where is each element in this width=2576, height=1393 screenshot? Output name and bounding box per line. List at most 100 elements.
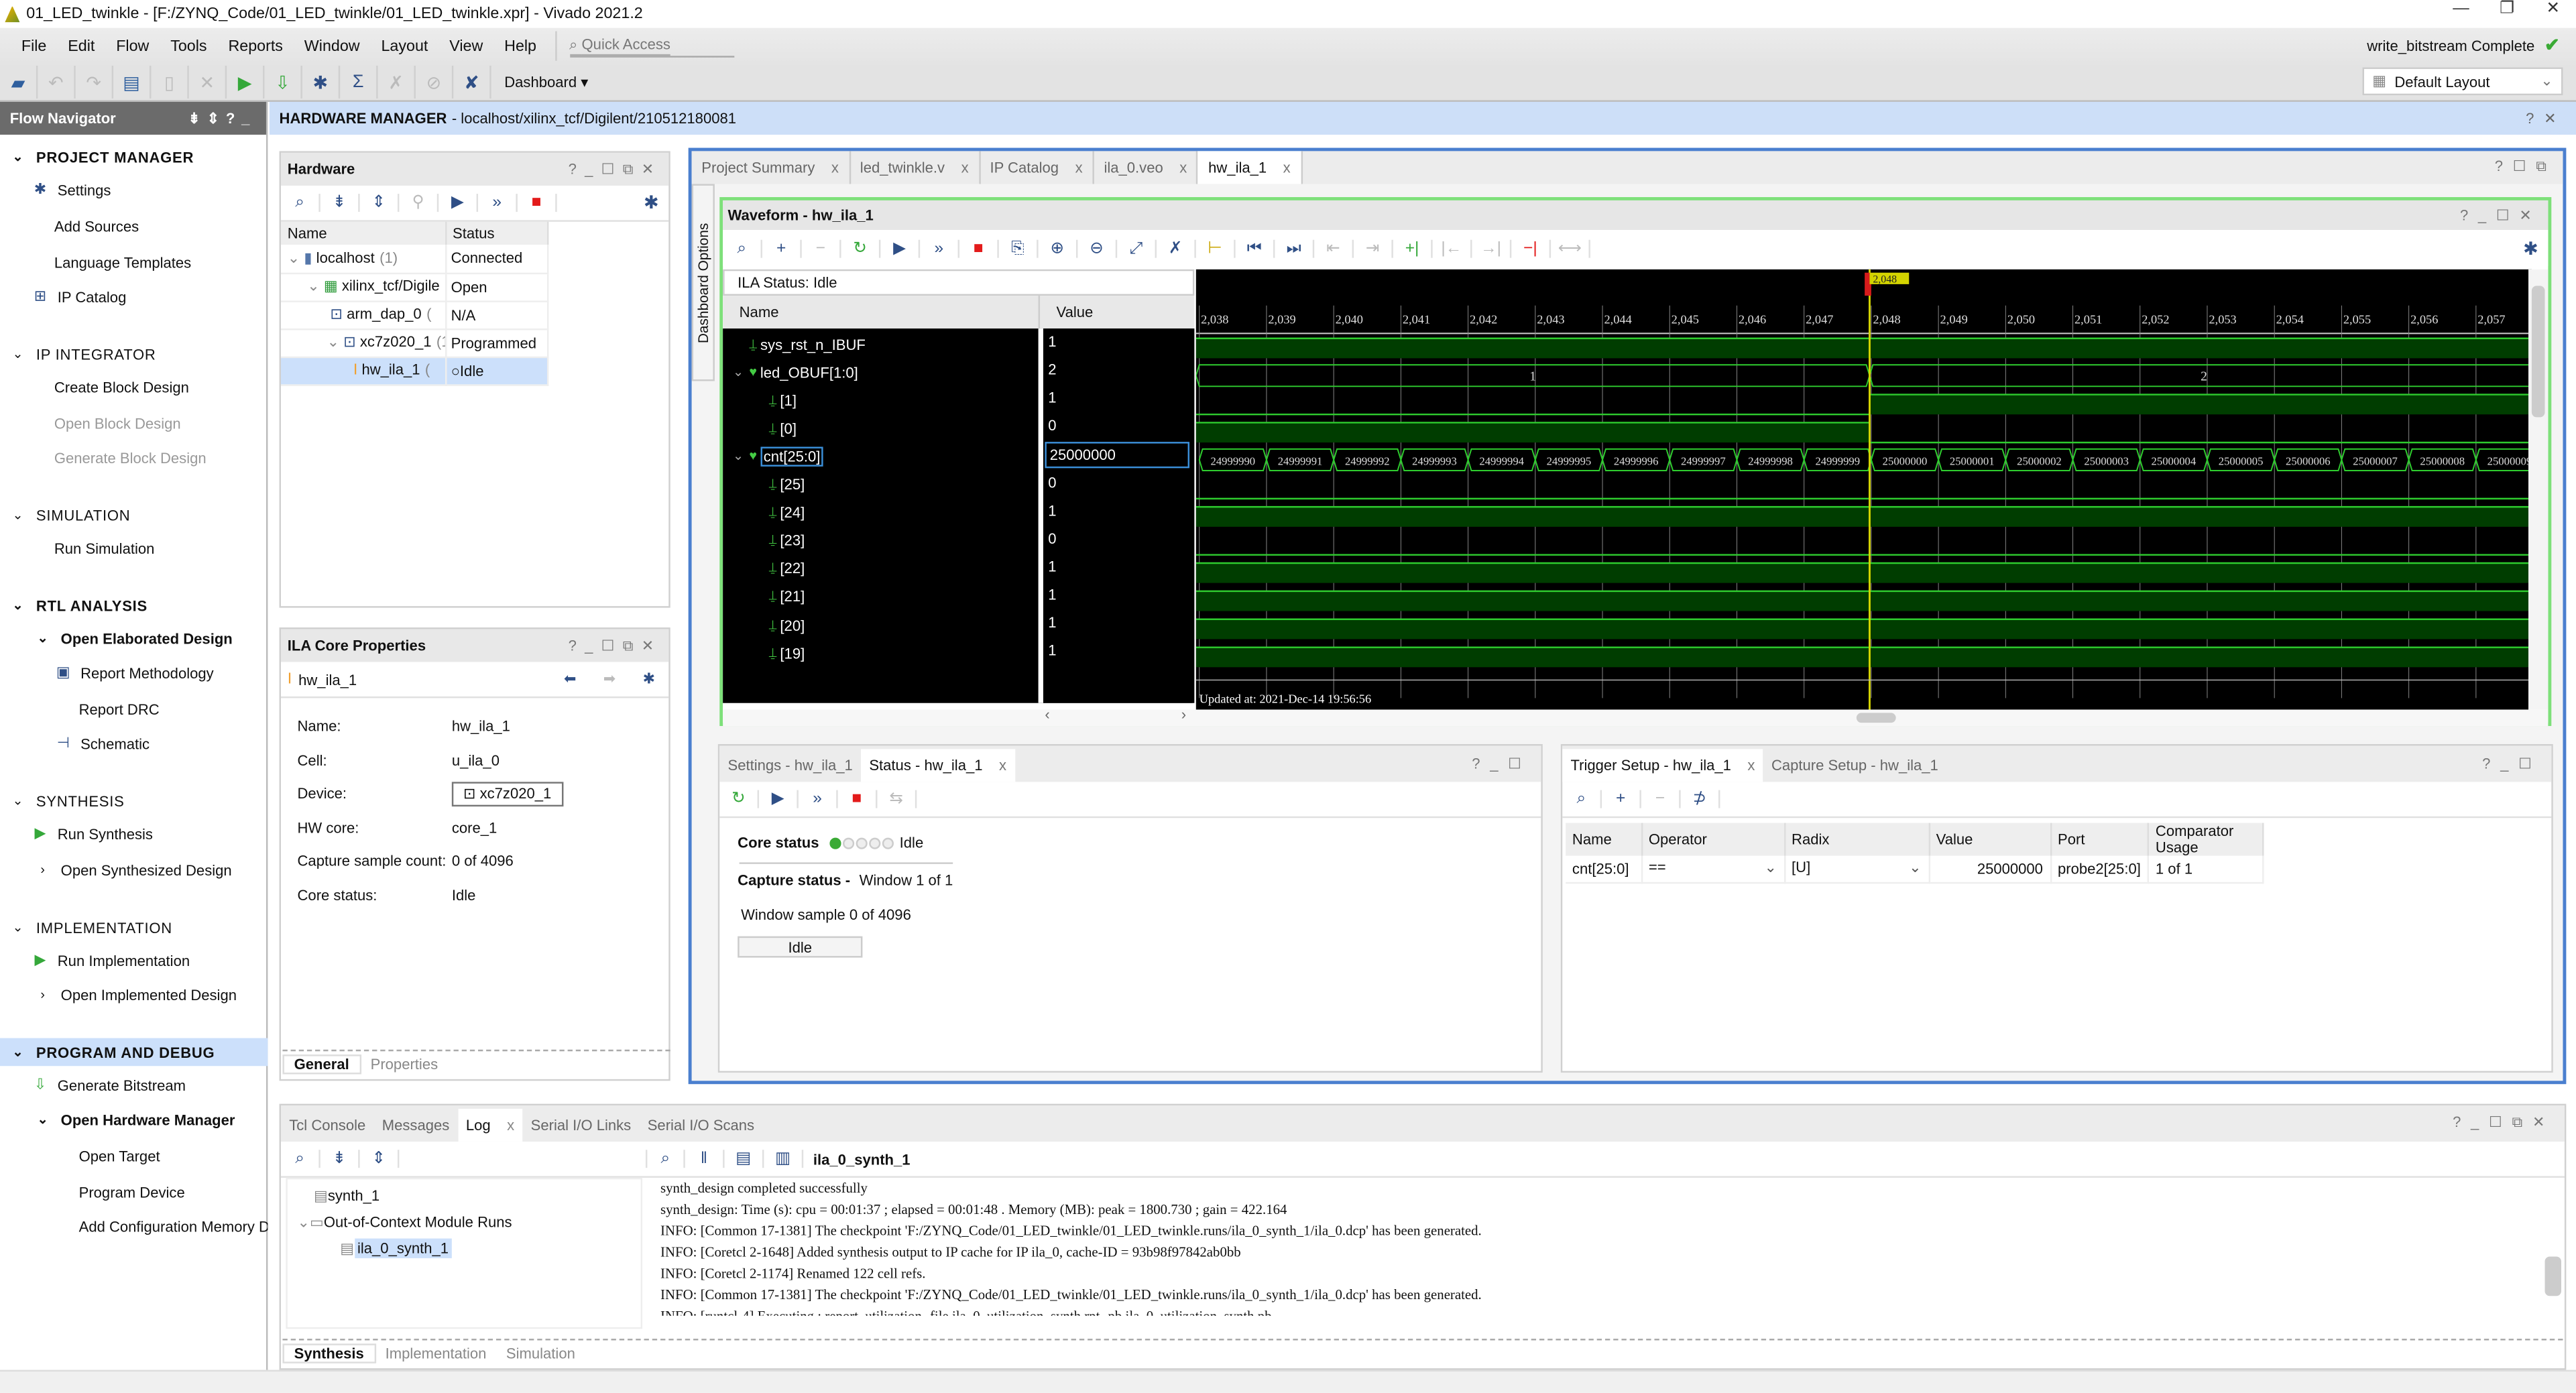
waveform-canvas[interactable]: 2,038 2,039 2,040 2,041 2,042 2,043 2,044 2,045… bbox=[1195, 269, 2532, 710]
next-transition-icon[interactable]: ⇥ bbox=[1354, 239, 1393, 257]
vertical-scrollbar[interactable] bbox=[2528, 269, 2549, 710]
chevron-down-icon[interactable]: ⌄ bbox=[298, 1213, 310, 1231]
maximize-icon[interactable]: ☐ bbox=[2518, 755, 2541, 772]
tab-serial-i-o-links[interactable]: Serial I/O Links bbox=[522, 1109, 639, 1142]
auto-rerun-icon[interactable]: ↻ bbox=[719, 790, 760, 808]
debug-icon[interactable]: ✗ bbox=[378, 66, 416, 99]
collapse-all-icon[interactable]: ⇟ bbox=[320, 194, 360, 213]
zoom-in-icon[interactable]: ⊕ bbox=[1039, 239, 1078, 257]
tab-led-twinkle-v[interactable]: led_twinkle.v x bbox=[850, 151, 980, 184]
gear-icon[interactable]: ✱ bbox=[644, 192, 659, 213]
hardware-tree-row[interactable]: ⌄ ▦ xilinx_tcf/Digile Open bbox=[281, 272, 549, 302]
menu-tools[interactable]: Tools bbox=[161, 37, 219, 55]
maximize-icon[interactable]: ☐ bbox=[2489, 1113, 2512, 1130]
search-icon[interactable]: ⌕ bbox=[281, 194, 320, 213]
delete-marker-icon[interactable]: −| bbox=[1511, 239, 1552, 257]
add-probe-icon[interactable]: + bbox=[1602, 790, 1641, 808]
quick-access[interactable]: ⌕ Quick Access bbox=[554, 31, 734, 61]
auto-rerun-icon[interactable]: ↻ bbox=[841, 239, 881, 257]
flow-item-open-synthesized-design[interactable]: › Open Synthesized Design bbox=[0, 856, 268, 884]
minimize-icon[interactable]: _ bbox=[585, 160, 601, 177]
flow-item-open-block-design[interactable]: Open Block Design bbox=[0, 409, 268, 437]
float-icon[interactable]: ⧉ bbox=[623, 160, 642, 177]
hardware-tree-row[interactable]: ⊡ arm_dap_0(N/A bbox=[281, 300, 549, 330]
tab-implementation[interactable]: Implementation bbox=[375, 1345, 496, 1361]
run-icon[interactable]: ▶ bbox=[227, 66, 265, 99]
delete-icon[interactable]: ✕ bbox=[189, 66, 227, 99]
close-icon[interactable]: x bbox=[1075, 160, 1083, 176]
tab-log[interactable]: Log x bbox=[457, 1108, 523, 1142]
signal-row[interactable]: ⍊ [25] bbox=[769, 471, 805, 499]
close-icon[interactable]: ✕ bbox=[2519, 206, 2541, 223]
prev-transition-icon[interactable]: ⇤ bbox=[1314, 239, 1354, 257]
help-icon[interactable]: ? bbox=[2495, 158, 2513, 174]
run-immediate-icon[interactable]: » bbox=[920, 239, 959, 257]
trigger-operator-cell[interactable]: == ⌄ bbox=[1641, 855, 1785, 884]
layout-select[interactable]: ▦ Default Layout ⌄ bbox=[2362, 67, 2563, 96]
flow-section-implementation[interactable]: ⌄ IMPLEMENTATION bbox=[0, 913, 268, 941]
chevron-down-icon[interactable]: ⌄ bbox=[10, 920, 27, 934]
auto-connect-icon[interactable]: ⚲ bbox=[399, 194, 439, 213]
hardware-name-cell[interactable]: ⊡ arm_dap_0( bbox=[281, 300, 447, 330]
menu-view[interactable]: View bbox=[440, 37, 495, 55]
minimize-icon[interactable]: — bbox=[2438, 0, 2484, 18]
open-folder-icon[interactable]: ▰ bbox=[0, 66, 38, 99]
goto-cursor-icon[interactable]: ⊢ bbox=[1196, 239, 1236, 257]
link-icon[interactable]: ⊘ bbox=[416, 66, 454, 99]
signal-row[interactable]: ⍊ [1] bbox=[769, 386, 797, 414]
signal-row[interactable]: ⍊ [24] bbox=[769, 499, 805, 527]
chevron-down-icon[interactable]: ⌄ bbox=[733, 365, 750, 379]
minimize-icon[interactable]: _ bbox=[2500, 755, 2518, 772]
help-icon[interactable]: ? bbox=[2526, 109, 2544, 126]
collapse-all-icon[interactable]: ⇟ bbox=[320, 1150, 360, 1168]
signal-row[interactable]: ⍊ [20] bbox=[769, 611, 805, 640]
tab-hw-ila-1[interactable]: hw_ila_1 x bbox=[1198, 151, 1302, 184]
goto-start-icon[interactable]: ⏮ bbox=[1236, 239, 1275, 257]
help-icon[interactable]: ? bbox=[2453, 1113, 2471, 1130]
menu-flow[interactable]: Flow bbox=[107, 37, 161, 55]
expand-all-icon[interactable]: ⇕ bbox=[360, 1150, 400, 1168]
export-icon[interactable]: ⎘ bbox=[999, 239, 1039, 257]
pause-icon[interactable]: ‖ bbox=[685, 1150, 725, 1168]
prev-marker-icon[interactable]: |← bbox=[1433, 239, 1472, 257]
hardware-tree-row[interactable]: Ⅰ hw_ila_1(○Idle bbox=[281, 356, 549, 385]
run-tree-item[interactable]: ▤ synth_1 bbox=[288, 1183, 641, 1209]
zoom-fit-icon[interactable]: ⤢ bbox=[1117, 239, 1157, 257]
flow-navigator-controls[interactable]: ⇟⇕?_ bbox=[188, 109, 256, 127]
flow-item-ip-catalog[interactable]: ⊞ IP Catalog bbox=[0, 282, 268, 310]
signal-row[interactable]: ⍊ sys_rst_n_IBUF bbox=[733, 330, 866, 359]
maximize-icon[interactable]: ☐ bbox=[2513, 158, 2536, 174]
tab-messages[interactable]: Messages bbox=[374, 1109, 458, 1142]
tab-ip-catalog[interactable]: IP Catalog x bbox=[980, 151, 1094, 184]
menu-layout[interactable]: Layout bbox=[371, 37, 440, 55]
float-icon[interactable]: ⧉ bbox=[2536, 158, 2556, 174]
gear-icon[interactable]: ✱ bbox=[2523, 237, 2538, 259]
trigger-condition-icon[interactable]: ⊅ bbox=[1681, 790, 1720, 808]
stop-icon[interactable]: ■ bbox=[959, 239, 999, 257]
flow-item-open-implemented-design[interactable]: › Open Implemented Design bbox=[0, 981, 268, 1009]
chevron-right-icon[interactable]: › bbox=[34, 862, 51, 877]
flow-section-ip-integrator[interactable]: ⌄ IP INTEGRATOR bbox=[0, 340, 268, 368]
chevron-down-icon[interactable]: ⌄ bbox=[1765, 859, 1777, 877]
minimize-icon[interactable]: _ bbox=[1490, 755, 1508, 772]
signal-row[interactable]: ⌄ ♥ cnt[25:0] bbox=[733, 442, 824, 471]
flow-item-open-hardware-manager[interactable]: ⌄ Open Hardware Manager bbox=[0, 1105, 268, 1134]
restore-icon[interactable]: ❐ bbox=[2484, 0, 2530, 18]
help-icon[interactable]: ? bbox=[2482, 755, 2500, 772]
flow-item-run-synthesis[interactable]: ▶ Run Synthesis bbox=[0, 820, 268, 848]
goto-end-icon[interactable]: ⏭ bbox=[1275, 239, 1315, 257]
hardware-tree-row[interactable]: ⌄ ⊡ xc7z020_1(1Programmed bbox=[281, 328, 549, 357]
hardware-name-cell[interactable]: Ⅰ hw_ila_1( bbox=[281, 356, 447, 385]
forward-arrow-icon[interactable]: ➡ bbox=[590, 670, 630, 688]
chevron-down-icon[interactable]: ⌄ bbox=[10, 149, 27, 164]
add-icon[interactable]: + bbox=[762, 239, 802, 257]
close-icon[interactable]: ✕ bbox=[2530, 0, 2576, 18]
flow-item-open-target[interactable]: Open Target bbox=[0, 1142, 268, 1170]
copy-icon[interactable]: ▤ bbox=[725, 1150, 764, 1168]
help-icon[interactable]: ? bbox=[569, 636, 585, 653]
remove-probe-icon[interactable]: − bbox=[1641, 790, 1681, 808]
flow-item-report-methodology[interactable]: ▣ Report Methodology bbox=[0, 659, 268, 687]
scroll-right-icon[interactable]: › bbox=[1181, 707, 1186, 723]
chevron-down-icon[interactable]: ⌄ bbox=[733, 449, 750, 464]
log-vertical-scrollbar[interactable] bbox=[2544, 1178, 2562, 1319]
